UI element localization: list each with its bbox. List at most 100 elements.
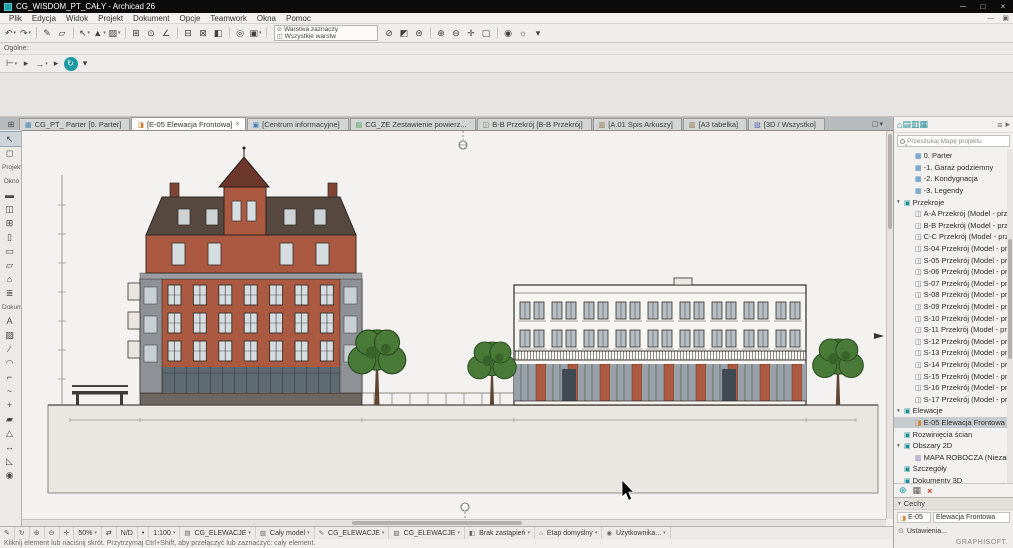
publisher-icon[interactable]: ▦ <box>919 119 928 130</box>
pen-icon[interactable]: ✎ <box>40 26 55 41</box>
menu-item[interactable]: Teamwork <box>205 13 251 24</box>
tab-overview-icon[interactable]: ⊞ <box>3 120 19 129</box>
tree-item[interactable]: S-12 Przekrój (Model - przebu <box>894 336 1007 348</box>
tree-expand-icon[interactable]: ▾ <box>897 408 904 414</box>
toolbar-button[interactable] <box>73 27 74 39</box>
roof-tool[interactable]: ⌂ <box>0 272 21 286</box>
status-segment[interactable]: CG_ELEWACJE ▾ <box>180 527 256 540</box>
hotspot-tool[interactable]: + <box>0 398 21 412</box>
tree-item[interactable]: Dokumenty 3D <box>894 475 1007 483</box>
menu-item[interactable]: Opcje <box>175 13 206 24</box>
single-layer-icon[interactable]: ⊜ <box>412 26 427 41</box>
trace-reference-icon[interactable]: ▣▾ <box>248 26 263 41</box>
toolbox-tool[interactable]: Projekt <box>0 160 21 174</box>
undo-icon[interactable]: ↶▾ <box>3 26 18 41</box>
window-tool[interactable]: ⊞ <box>0 216 21 230</box>
pan-icon[interactable]: ✛ <box>464 26 479 41</box>
minimize-button[interactable]: ─ <box>953 0 973 13</box>
text-tool[interactable]: A <box>0 314 21 328</box>
status-segment[interactable]: Etap domyślny ▾ <box>535 527 602 540</box>
arc-tool[interactable]: ◠ <box>0 356 21 370</box>
layer-selection-combo[interactable]: ⊘Warstwa zaznaczy ◫Wszystkie warstw <box>274 25 378 41</box>
tree-expand-icon[interactable]: ▾ <box>897 199 904 205</box>
canvas-hscrollbar[interactable] <box>22 519 886 526</box>
menu-item[interactable]: Dokument <box>128 13 174 24</box>
marker-check-icon[interactable]: ◎ <box>233 26 248 41</box>
layout-book-icon[interactable]: ▥ <box>911 119 920 130</box>
status-segment[interactable]: Użytkownika... ▾ <box>602 527 670 540</box>
status-segment[interactable]: CG_ELEWACJE ▾ <box>315 527 390 540</box>
mdi-restore-icon[interactable]: ▣ <box>998 14 1013 22</box>
navigator-menu-icon[interactable]: ≡ <box>997 120 1002 130</box>
zoom-out-icon[interactable]: ⊖ <box>45 527 60 540</box>
redo-icon[interactable]: ↷▾ <box>18 26 33 41</box>
tree-item[interactable]: -1. Garaż podziemny <box>894 162 1007 174</box>
select-arrow-icon[interactable]: ↖▾ <box>77 26 92 41</box>
group-icon[interactable]: ⊟ <box>181 26 196 41</box>
orientation-value[interactable]: N/D <box>117 527 138 540</box>
tree-item[interactable]: ▾ Przekroje <box>894 196 1007 208</box>
tree-item[interactable]: C-C Przekrój (Model - przebu <box>894 231 1007 243</box>
close-button[interactable]: × <box>993 0 1013 13</box>
document-tab[interactable]: B-B Przekrój [B-B Przekrój] <box>477 118 592 130</box>
vscroll-thumb[interactable] <box>888 134 892 229</box>
camera-tool[interactable]: ◉ <box>0 468 21 482</box>
menu-item[interactable]: Edycja <box>27 13 61 24</box>
toolbar-button[interactable] <box>497 27 498 39</box>
tree-expand-icon[interactable]: ▾ <box>897 443 904 449</box>
navigator-scrollbar[interactable] <box>1007 149 1013 483</box>
display-order-icon[interactable]: ◧ <box>211 26 226 41</box>
snap-point-icon[interactable]: ⊙ <box>144 26 159 41</box>
menu-item[interactable]: Plik <box>4 13 27 24</box>
document-tab[interactable]: [A3 tabelka] <box>683 118 747 130</box>
spline-tool[interactable]: ~ <box>0 384 21 398</box>
tree-item[interactable]: S-13 Przekrój (Model - przebu <box>894 347 1007 359</box>
guide-line-icon[interactable]: ∠ <box>159 26 174 41</box>
marquee-tool[interactable]: ◻ <box>0 146 21 160</box>
zone-tool[interactable]: ▰ <box>0 412 21 426</box>
scale-select[interactable]: 1:100▾ <box>149 527 180 540</box>
tree-item[interactable]: MAPA ROBOCZA (Niezależny) <box>894 451 1007 463</box>
document-tab[interactable]: [E-05 Elewacja Frontowa] × <box>131 117 245 130</box>
flow-icon[interactable]: ▸ <box>19 56 34 71</box>
tree-item[interactable]: S-09 Przekrój (Model - przebu <box>894 301 1007 313</box>
edit-pen-icon[interactable]: ✎ <box>0 527 15 540</box>
document-tab[interactable]: CG_ZE Zestawienie powierz... <box>350 118 476 130</box>
tree-item[interactable]: B-B Przekrój (Model - przebu <box>894 220 1007 232</box>
toolbar-button[interactable] <box>36 27 37 39</box>
document-tab[interactable]: [Centrum informacyjne] <box>247 118 349 130</box>
tree-item[interactable]: S-07 Przekrój (Model - przebu <box>894 278 1007 290</box>
status-segment[interactable]: Cały model ▾ <box>256 527 315 540</box>
toolbar-button[interactable] <box>430 27 431 39</box>
toolbar-button[interactable] <box>177 27 178 39</box>
tree-item[interactable]: S-15 Przekrój (Model - przebu <box>894 370 1007 382</box>
wall-tool[interactable]: ▬ <box>0 188 21 202</box>
document-tab[interactable]: [3D / Wszystko] <box>748 118 825 130</box>
tree-item[interactable]: -3. Legendy <box>894 185 1007 197</box>
delete-viewpoint-icon[interactable]: × <box>927 486 932 496</box>
camera-icon[interactable]: ◉ <box>501 26 516 41</box>
fill-tool[interactable]: ▨ <box>0 328 21 342</box>
menu-item[interactable]: Projekt <box>93 13 128 24</box>
properties-header[interactable]: ▾ Cechy <box>894 498 1013 510</box>
menu-item[interactable]: Pomoc <box>281 13 316 24</box>
view-name-field[interactable]: Elewacja Frontowa <box>933 512 1010 523</box>
line-tool[interactable]: ∕ <box>0 342 21 356</box>
status-segment[interactable]: CG_ELEWACJE ▾ <box>389 527 465 540</box>
tab-close-icon[interactable]: × <box>235 121 239 128</box>
view-id-field[interactable]: E-05 <box>897 512 931 523</box>
zoom-out-icon[interactable]: ⊖ <box>449 26 464 41</box>
document-tab[interactable]: CG_PT_ Parter [0. Parter] <box>19 118 130 130</box>
mesh-tool[interactable]: △ <box>0 426 21 440</box>
tree-item[interactable]: S-10 Przekrój (Model - przebu <box>894 312 1007 324</box>
lock-layer-icon[interactable]: ◩ <box>397 26 412 41</box>
ungroup-icon[interactable]: ⊠ <box>196 26 211 41</box>
door-tool[interactable]: ◫ <box>0 202 21 216</box>
status-segment[interactable]: Brak zastąpień ▾ <box>465 527 535 540</box>
refresh-icon[interactable]: ↻ <box>15 527 30 540</box>
tree-item[interactable]: E-05 Elewacja Frontowa (Moc <box>894 417 1007 429</box>
select-tool[interactable]: ↖ <box>0 132 21 146</box>
tree-item[interactable]: S-17 Przekrój (Model - przebu <box>894 393 1007 405</box>
grid-snap-icon[interactable]: ⊞ <box>129 26 144 41</box>
beam-tool[interactable]: ▭ <box>0 244 21 258</box>
